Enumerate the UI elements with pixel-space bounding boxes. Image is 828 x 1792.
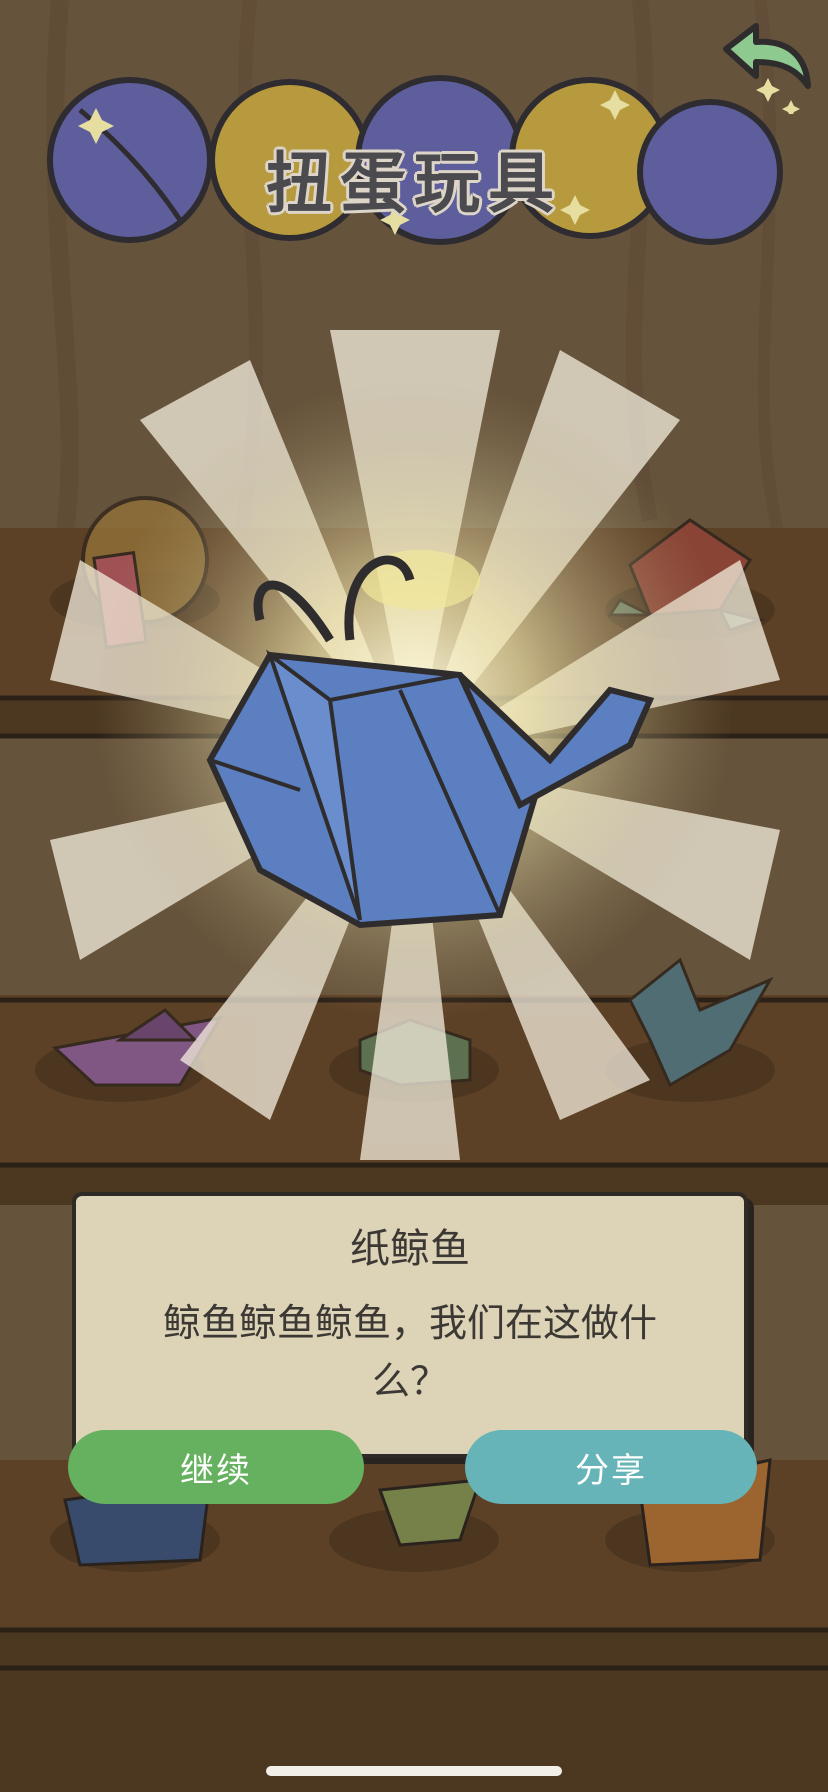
- game-screen: 扭蛋玩具 纸鲸鱼 鲸鱼鲸鱼鲸鱼，我们在这做什么？ 继续 分享: [0, 0, 828, 1792]
- shelf-background: [0, 0, 828, 1792]
- back-arrow-icon: [723, 23, 811, 118]
- item-description: 鲸鱼鲸鱼鲸鱼，我们在这做什么？: [162, 1301, 657, 1403]
- home-indicator[interactable]: [266, 1766, 562, 1776]
- item-name: 纸鲸鱼: [350, 1226, 470, 1272]
- share-button[interactable]: 分享: [465, 1430, 757, 1504]
- continue-button[interactable]: 继续: [68, 1430, 364, 1504]
- screen-title: 扭蛋玩具: [266, 145, 562, 222]
- back-button[interactable]: [716, 14, 816, 118]
- item-info-dialog: 纸鲸鱼 鲸鱼鲸鱼鲸鱼，我们在这做什么？: [72, 1192, 748, 1458]
